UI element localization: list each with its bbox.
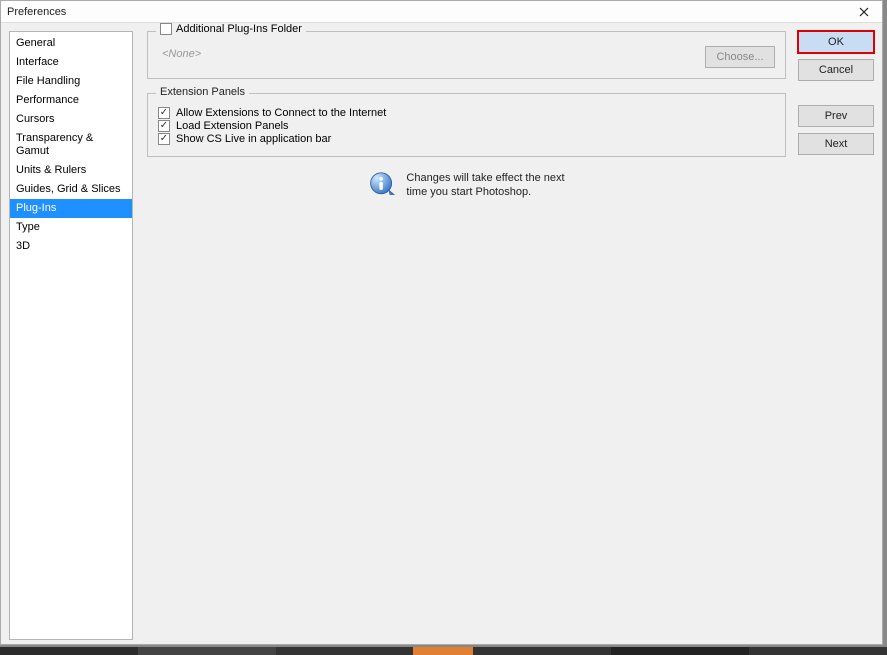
additional-plugins-label: Additional Plug-Ins Folder (176, 23, 302, 35)
taskbar-strip (0, 647, 887, 655)
info-icon (368, 171, 396, 199)
next-button[interactable]: Next (798, 133, 874, 155)
titlebar: Preferences (1, 1, 882, 23)
show-cs-live-label: Show CS Live in application bar (176, 133, 331, 145)
allow-internet-checkbox[interactable]: ✓ (158, 107, 170, 119)
sidebar-item-units-rulers[interactable]: Units & Rulers (10, 161, 132, 180)
info-line2: time you start Photoshop. (406, 185, 564, 199)
plugins-folder-path: <None> (158, 48, 699, 66)
cancel-button[interactable]: Cancel (798, 59, 874, 81)
close-button[interactable] (850, 2, 878, 22)
dialog-body: General Interface File Handling Performa… (1, 23, 882, 644)
sidebar-item-interface[interactable]: Interface (10, 53, 132, 72)
additional-plugins-legend: Additional Plug-Ins Folder (156, 23, 306, 35)
main-panel: Additional Plug-Ins Folder <None> Choose… (139, 31, 792, 640)
sidebar-item-general[interactable]: General (10, 34, 132, 53)
preferences-dialog: Preferences General Interface File Handl… (0, 0, 883, 645)
load-panels-checkbox[interactable]: ✓ (158, 120, 170, 132)
prev-button[interactable]: Prev (798, 105, 874, 127)
sidebar-item-guides-grid-slices[interactable]: Guides, Grid & Slices (10, 180, 132, 199)
sidebar-item-cursors[interactable]: Cursors (10, 110, 132, 129)
additional-plugins-checkbox[interactable] (160, 23, 172, 35)
sidebar-item-transparency-gamut[interactable]: Transparency & Gamut (10, 129, 132, 161)
load-panels-label: Load Extension Panels (176, 120, 289, 132)
ok-button[interactable]: OK (798, 31, 874, 53)
info-text: Changes will take effect the next time y… (406, 171, 564, 199)
sidebar: General Interface File Handling Performa… (9, 31, 133, 640)
extension-panels-fieldset: Extension Panels ✓ Allow Extensions to C… (147, 93, 786, 157)
allow-internet-label: Allow Extensions to Connect to the Inter… (176, 107, 386, 119)
sidebar-item-plug-ins[interactable]: Plug-Ins (10, 199, 132, 218)
sidebar-item-file-handling[interactable]: File Handling (10, 72, 132, 91)
sidebar-item-performance[interactable]: Performance (10, 91, 132, 110)
info-row: Changes will take effect the next time y… (147, 171, 786, 199)
window-title: Preferences (7, 6, 66, 18)
additional-plugins-fieldset: Additional Plug-Ins Folder <None> Choose… (147, 31, 786, 79)
action-buttons: OK Cancel Prev Next (798, 31, 874, 640)
extension-panels-legend: Extension Panels (156, 86, 249, 98)
sidebar-item-type[interactable]: Type (10, 218, 132, 237)
close-icon (859, 7, 869, 17)
sidebar-item-3d[interactable]: 3D (10, 237, 132, 256)
choose-button[interactable]: Choose... (705, 46, 775, 68)
info-line1: Changes will take effect the next (406, 171, 564, 185)
show-cs-live-checkbox[interactable]: ✓ (158, 133, 170, 145)
